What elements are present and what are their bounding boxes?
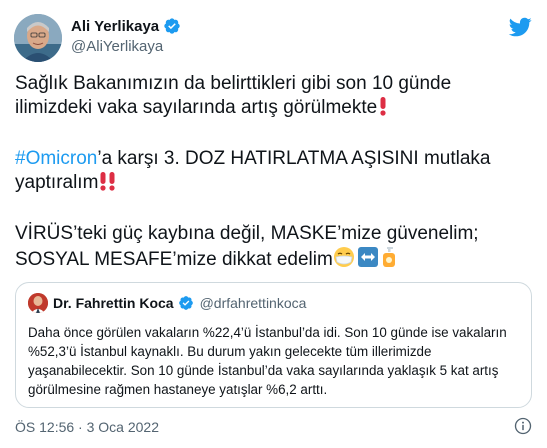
info-icon[interactable]: [514, 417, 532, 435]
author-block: Ali Yerlikaya @AliYerlikaya: [71, 17, 181, 55]
quoted-verified-badge-icon: [178, 296, 193, 310]
quoted-author-avatar[interactable]: [28, 293, 48, 313]
exclamation-emoji: [377, 96, 389, 123]
author-name-row: Ali Yerlikaya: [71, 17, 181, 35]
tweet-line-3: VİRÜS’teki güç kaybına değil, MASKE’mize…: [15, 223, 479, 270]
quoted-avatar-image: [28, 293, 48, 313]
tweet-paragraph-1: Sağlık Bakanımızın da belirttikleri gibi…: [15, 72, 530, 123]
author-handle[interactable]: @AliYerlikaya: [71, 38, 181, 55]
author-avatar[interactable]: [14, 14, 62, 62]
verified-badge-icon: [164, 18, 180, 34]
twitter-bird-icon[interactable]: [508, 15, 532, 39]
double-exclamation-emoji: [98, 171, 118, 198]
tweet-text: Sağlık Bakanımızın da belirttikleri gibi…: [15, 72, 530, 299]
tweet-timestamp[interactable]: ÖS 12:56 · 3 Oca 2022: [15, 419, 159, 435]
hashtag-omicron[interactable]: #Omicron: [15, 148, 97, 169]
mask-emoji: [333, 246, 355, 275]
tweet-paragraph-3: VİRÜS’teki güç kaybına değil, MASKE’mize…: [15, 222, 530, 275]
tweet-paragraph-2: #Omicron’a karşı 3. DOZ HATIRLATMA AŞISI…: [15, 147, 530, 198]
left-right-arrow-emoji: [357, 246, 379, 275]
avatar-image: [14, 14, 62, 62]
author-name[interactable]: Ali Yerlikaya: [71, 18, 159, 35]
quoted-tweet[interactable]: Dr. Fahrettin Koca @drfahrettinkoca Daha…: [15, 282, 532, 408]
quoted-author-handle[interactable]: @drfahrettinkoca: [200, 295, 307, 311]
quoted-author-name[interactable]: Dr. Fahrettin Koca: [53, 295, 174, 311]
hand-sanitizer-emoji: [381, 246, 397, 275]
quoted-tweet-text: Daha önce görülen vakaların %22,4’ü İsta…: [28, 325, 507, 397]
quoted-header: Dr. Fahrettin Koca @drfahrettinkoca: [53, 295, 306, 311]
